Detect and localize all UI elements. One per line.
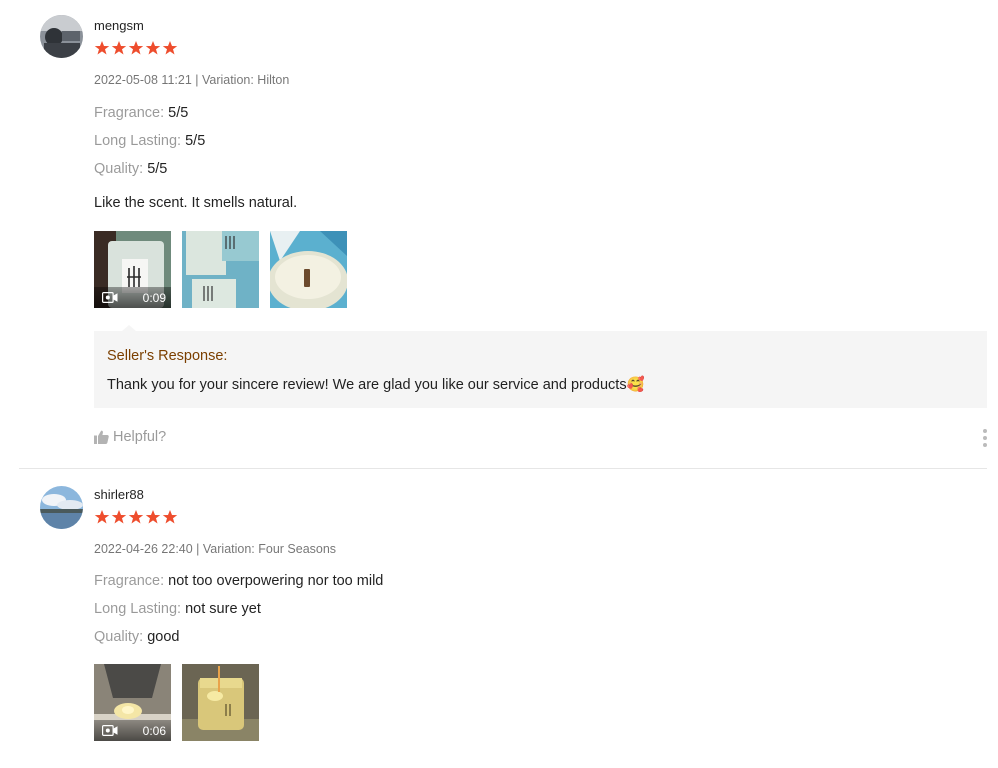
attribute-key: Fragrance: <box>94 105 165 121</box>
seller-response: Seller's Response: Thank you for your si… <box>94 325 987 408</box>
attribute-value: good <box>147 629 180 645</box>
video-duration: 0:09 <box>142 290 166 305</box>
star-icon <box>94 41 110 55</box>
attribute-fragrance: Fragrance: not too overpowering nor too … <box>94 572 383 590</box>
video-overlay: 0:09 <box>94 287 171 308</box>
avatar[interactable] <box>40 15 83 58</box>
attribute-key: Quality: <box>94 161 144 177</box>
star-icon <box>162 41 178 55</box>
video-camera-icon <box>102 292 118 303</box>
rating-stars <box>94 509 178 525</box>
review-media: 0:06 <box>94 664 259 741</box>
star-icon <box>111 41 127 55</box>
attribute-value: 5/5 <box>185 133 206 149</box>
attribute-key: Quality: <box>94 629 144 645</box>
star-icon <box>145 510 161 524</box>
seller-response-text: Thank you for your sincere review! We ar… <box>107 377 645 393</box>
more-vertical-icon[interactable] <box>982 429 988 447</box>
attribute-value: not sure yet <box>185 601 261 617</box>
review-image-thumbnail[interactable] <box>270 231 347 308</box>
star-icon <box>128 41 144 55</box>
review-meta: 2022-05-08 11:21 | Variation: Hilton <box>94 73 290 87</box>
rating-stars <box>94 40 178 56</box>
helpful-button[interactable]: Helpful? <box>94 429 166 445</box>
username[interactable]: mengsm <box>94 18 144 34</box>
star-icon <box>162 510 178 524</box>
video-duration: 0:06 <box>142 723 166 738</box>
star-icon <box>94 510 110 524</box>
star-icon <box>128 510 144 524</box>
attribute-key: Fragrance: <box>94 573 165 589</box>
attribute-quality: Quality: good <box>94 628 179 646</box>
review-image-thumbnail[interactable] <box>182 231 259 308</box>
thumbs-up-icon <box>94 430 109 444</box>
attribute-key: Long Lasting: <box>94 133 182 149</box>
star-icon <box>111 510 127 524</box>
review-meta: 2022-04-26 22:40 | Variation: Four Seaso… <box>94 542 337 556</box>
review-media: 0:09 <box>94 231 347 308</box>
video-camera-icon <box>102 725 118 736</box>
attribute-value: 5/5 <box>168 105 189 121</box>
review-divider <box>19 468 987 469</box>
helpful-label: Helpful? <box>113 429 167 445</box>
attribute-quality: Quality: 5/5 <box>94 160 167 178</box>
star-icon <box>145 41 161 55</box>
attribute-fragrance: Fragrance: 5/5 <box>94 104 188 122</box>
seller-response-title: Seller's Response: <box>107 348 228 364</box>
review-image-thumbnail[interactable] <box>182 664 259 741</box>
video-overlay: 0:06 <box>94 720 171 741</box>
attribute-value: not too overpowering nor too mild <box>168 573 384 589</box>
review-comment: Like the scent. It smells natural. <box>94 195 298 211</box>
attribute-key: Long Lasting: <box>94 601 182 617</box>
attribute-value: 5/5 <box>147 161 168 177</box>
review-video-thumbnail[interactable]: 0:09 <box>94 231 171 308</box>
username[interactable]: shirler88 <box>94 487 144 503</box>
attribute-long-lasting: Long Lasting: not sure yet <box>94 600 261 618</box>
avatar[interactable] <box>40 486 83 529</box>
attribute-long-lasting: Long Lasting: 5/5 <box>94 132 205 150</box>
review-video-thumbnail[interactable]: 0:06 <box>94 664 171 741</box>
